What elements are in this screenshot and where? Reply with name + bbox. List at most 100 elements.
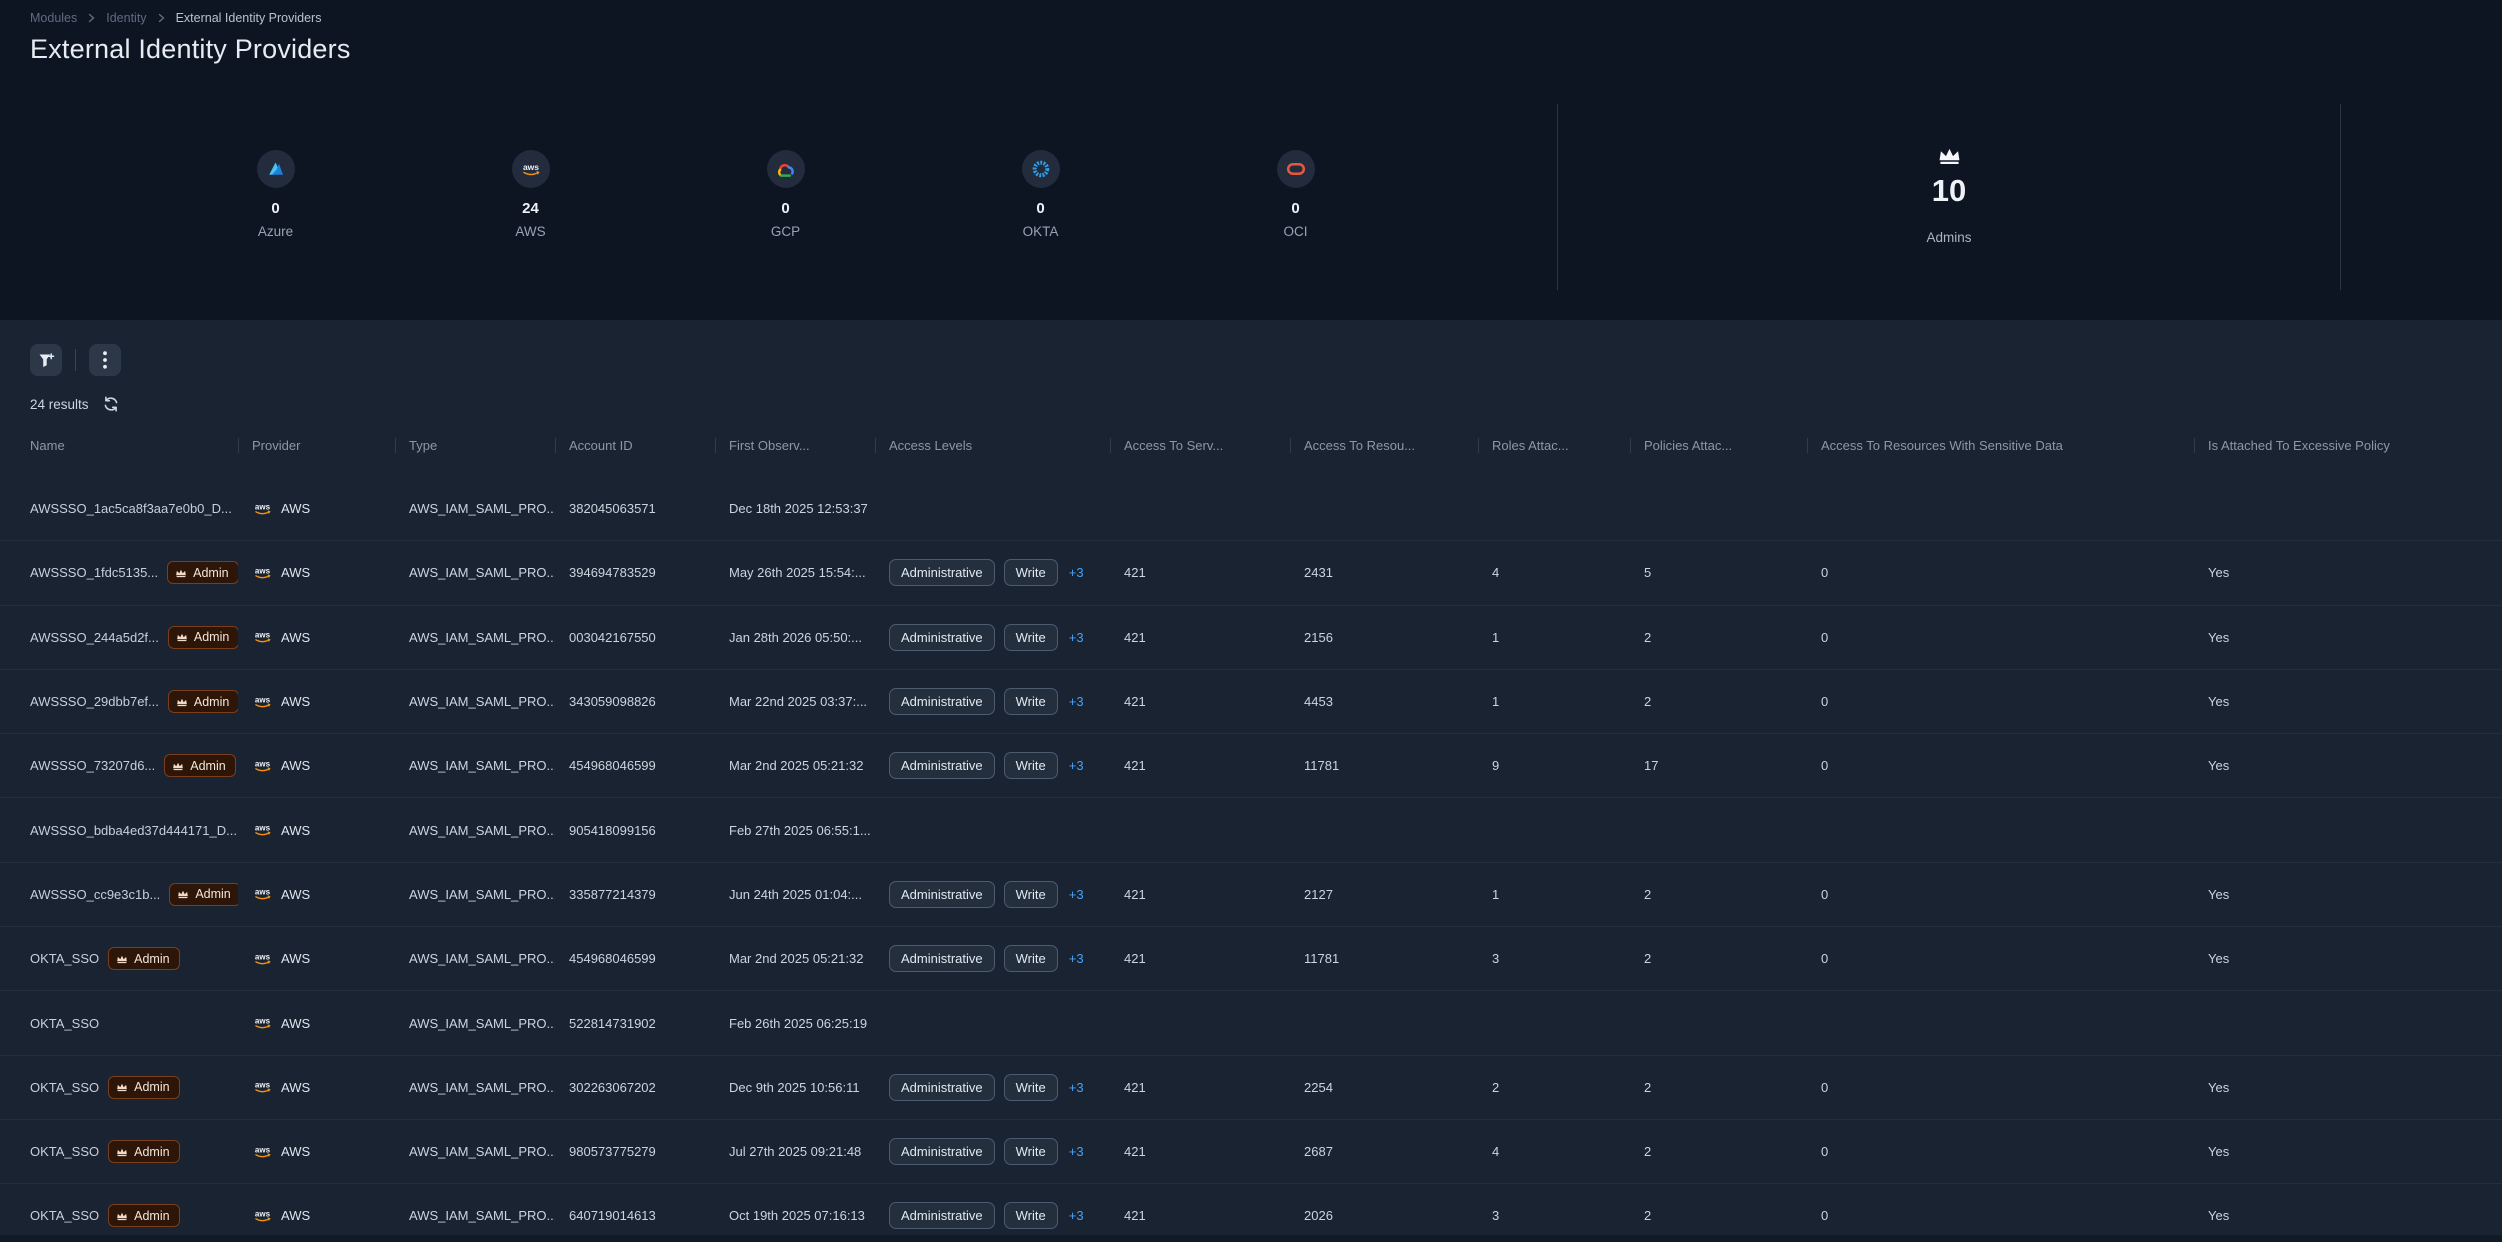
access-level-chip[interactable]: Write xyxy=(1004,1074,1058,1101)
stat-azure[interactable]: 0 Azure xyxy=(148,150,403,239)
sensitive-data-access: 0 xyxy=(1807,1208,2194,1223)
column-header-access-resources[interactable]: Access To Resou... xyxy=(1290,438,1478,453)
stat-gcp[interactable]: 0 GCP xyxy=(658,150,913,239)
table-row[interactable]: OKTA_SSO Admin aws AWS AWS_IAM_SAML_PRO.… xyxy=(0,991,2502,1055)
more-access-levels[interactable]: +3 xyxy=(1069,694,1084,709)
access-levels-cell: Administrative Write +3 xyxy=(875,559,1110,586)
stat-aws[interactable]: aws 24 AWS xyxy=(403,150,658,239)
more-access-levels[interactable]: +3 xyxy=(1069,630,1084,645)
roles-attached: 4 xyxy=(1478,1144,1630,1159)
admin-badge-label: Admin xyxy=(134,1209,169,1223)
column-header-access-levels[interactable]: Access Levels xyxy=(875,438,1110,453)
access-level-chip[interactable]: Administrative xyxy=(889,945,995,972)
first-observed: Mar 22nd 2025 03:37:... xyxy=(715,694,875,709)
more-access-levels[interactable]: +3 xyxy=(1069,565,1084,580)
crown-icon xyxy=(172,761,184,771)
access-level-chip[interactable]: Administrative xyxy=(889,1202,995,1229)
stat-admins[interactable]: 10 Admins xyxy=(1835,146,2063,245)
stat-oci[interactable]: 0 OCI xyxy=(1168,150,1423,239)
access-level-chip[interactable]: Write xyxy=(1004,1202,1058,1229)
access-level-chip[interactable]: Write xyxy=(1004,624,1058,651)
scrollbar-track[interactable] xyxy=(0,1235,2502,1242)
column-header-excessive[interactable]: Is Attached To Excessive Policy xyxy=(2194,438,2502,453)
more-access-levels[interactable]: +3 xyxy=(1069,887,1084,902)
policies-attached: 2 xyxy=(1630,630,1807,645)
chevron-right-icon xyxy=(87,13,96,23)
access-level-chip[interactable]: Administrative xyxy=(889,559,995,586)
idp-name: OKTA_SSO xyxy=(30,1144,99,1159)
aws-provider-icon: aws xyxy=(252,1208,273,1224)
access-level-chip[interactable]: Administrative xyxy=(889,688,995,715)
access-level-chip[interactable]: Write xyxy=(1004,559,1058,586)
idp-type: AWS_IAM_SAML_PRO... xyxy=(395,1080,555,1095)
admin-badge-label: Admin xyxy=(194,695,229,709)
admin-badge: Admin xyxy=(168,626,238,649)
column-header-first-observed[interactable]: First Observ... xyxy=(715,438,875,453)
breadcrumb-modules[interactable]: Modules xyxy=(30,11,77,25)
access-level-chip[interactable]: Administrative xyxy=(889,752,995,779)
more-access-levels[interactable]: +3 xyxy=(1069,1144,1084,1159)
idp-name: AWSSSO_73207d6... xyxy=(30,758,155,773)
table-row[interactable]: AWSSSO_1fdc5135... Admin aws AWS AWS_IAM… xyxy=(0,541,2502,605)
column-header-roles[interactable]: Roles Attac... xyxy=(1478,438,1630,453)
svg-text:aws: aws xyxy=(255,631,271,640)
column-header-type[interactable]: Type xyxy=(395,438,555,453)
idp-type: AWS_IAM_SAML_PRO... xyxy=(395,758,555,773)
more-access-levels[interactable]: +3 xyxy=(1069,1208,1084,1223)
admin-badge-label: Admin xyxy=(195,887,230,901)
table-row[interactable]: AWSSSO_cc9e3c1b... Admin aws AWS AWS_IAM… xyxy=(0,863,2502,927)
table-row[interactable]: AWSSSO_1ac5ca8f3aa7e0b0_D... Admin aws A… xyxy=(0,477,2502,541)
column-header-provider[interactable]: Provider xyxy=(238,438,395,453)
table-row[interactable]: AWSSSO_bdba4ed37d444171_D... Admin aws A… xyxy=(0,798,2502,862)
table-row[interactable]: OKTA_SSO Admin aws AWS AWS_IAM_SAML_PRO.… xyxy=(0,1120,2502,1184)
svg-text:aws: aws xyxy=(255,1016,271,1025)
svg-text:aws: aws xyxy=(255,952,271,961)
aws-provider-icon: aws xyxy=(252,1144,273,1160)
breadcrumb: Modules Identity External Identity Provi… xyxy=(30,11,321,25)
roles-attached: 2 xyxy=(1478,1080,1630,1095)
refresh-button[interactable] xyxy=(103,396,119,412)
access-level-chip[interactable]: Write xyxy=(1004,881,1058,908)
column-header-access-services[interactable]: Access To Serv... xyxy=(1110,438,1290,453)
access-level-chip[interactable]: Write xyxy=(1004,1138,1058,1165)
svg-text:aws: aws xyxy=(255,695,271,704)
excessive-policy: Yes xyxy=(2194,1080,2502,1095)
stats-divider xyxy=(2340,104,2341,290)
access-level-chip[interactable]: Write xyxy=(1004,945,1058,972)
breadcrumb-identity[interactable]: Identity xyxy=(106,11,146,25)
table-row[interactable]: OKTA_SSO Admin aws AWS AWS_IAM_SAML_PRO.… xyxy=(0,1056,2502,1120)
filter-plus-icon xyxy=(38,352,55,369)
table-options-button[interactable] xyxy=(89,344,121,376)
table-row[interactable]: AWSSSO_73207d6... Admin aws AWS AWS_IAM_… xyxy=(0,734,2502,798)
more-access-levels[interactable]: +3 xyxy=(1069,758,1084,773)
filter-button[interactable] xyxy=(30,344,62,376)
more-access-levels[interactable]: +3 xyxy=(1069,951,1084,966)
table-row[interactable]: AWSSSO_244a5d2f... Admin aws AWS AWS_IAM… xyxy=(0,606,2502,670)
access-levels-cell: Administrative Write +3 xyxy=(875,1138,1110,1165)
access-level-chip[interactable]: Administrative xyxy=(889,624,995,651)
access-level-chip[interactable]: Write xyxy=(1004,688,1058,715)
policies-attached: 2 xyxy=(1630,1208,1807,1223)
provider-label: AWS xyxy=(281,565,310,580)
aws-provider-icon: aws xyxy=(252,822,273,838)
access-level-chip[interactable]: Administrative xyxy=(889,881,995,908)
column-header-sensitive[interactable]: Access To Resources With Sensitive Data xyxy=(1807,438,2194,453)
table-row[interactable]: OKTA_SSO Admin aws AWS AWS_IAM_SAML_PRO.… xyxy=(0,927,2502,991)
more-access-levels[interactable]: +3 xyxy=(1069,1080,1084,1095)
column-header-account[interactable]: Account ID xyxy=(555,438,715,453)
first-observed: Dec 18th 2025 12:53:37 xyxy=(715,501,875,516)
provider-stats: 0 Azure aws 24 AWS 0 GCP xyxy=(148,150,1423,239)
excessive-policy: Yes xyxy=(2194,1144,2502,1159)
access-level-chip[interactable]: Administrative xyxy=(889,1138,995,1165)
policies-attached: 2 xyxy=(1630,694,1807,709)
crown-icon xyxy=(116,954,128,964)
column-header-name[interactable]: Name xyxy=(0,438,238,453)
table-row[interactable]: OKTA_SSO Admin aws AWS AWS_IAM_SAML_PRO.… xyxy=(0,1184,2502,1242)
column-header-policies[interactable]: Policies Attac... xyxy=(1630,438,1807,453)
stat-okta[interactable]: 0 OKTA xyxy=(913,150,1168,239)
table-row[interactable]: AWSSSO_29dbb7ef... Admin aws AWS AWS_IAM… xyxy=(0,670,2502,734)
access-level-chip[interactable]: Administrative xyxy=(889,1074,995,1101)
page: Modules Identity External Identity Provi… xyxy=(0,0,2502,1242)
page-title: External Identity Providers xyxy=(30,34,351,65)
access-level-chip[interactable]: Write xyxy=(1004,752,1058,779)
